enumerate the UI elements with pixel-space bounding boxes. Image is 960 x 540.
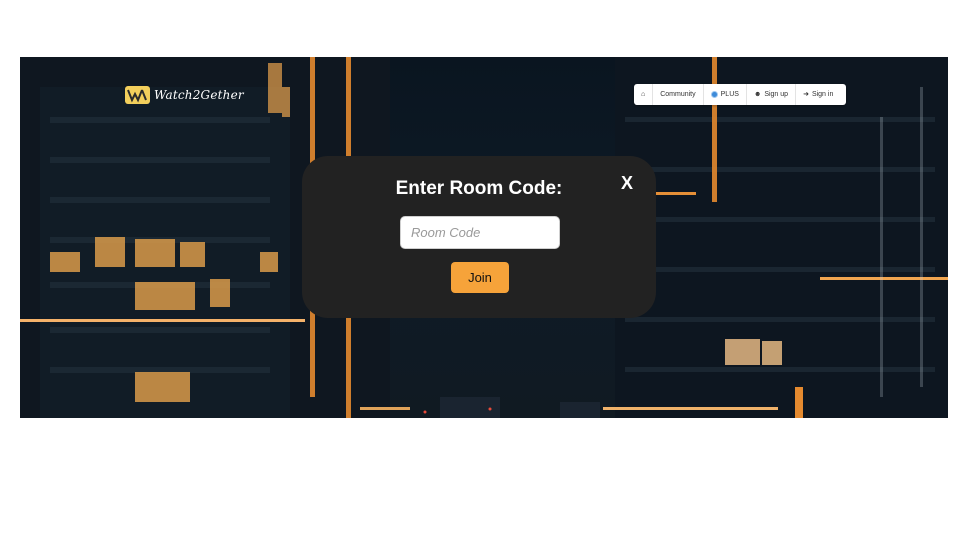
sign-in-icon: ➜ [803,91,809,98]
brand-name: Watch2Gether [154,88,244,102]
close-button[interactable]: X [621,173,633,194]
top-navigation: ⌂ Community PLUS ☻ Sign up ➜ Sign in [634,84,846,105]
nav-signin[interactable]: ➜ Sign in [796,84,840,105]
nav-community[interactable]: Community [653,84,704,105]
w2g-logo-icon [125,86,150,104]
nav-plus-label: PLUS [720,91,739,98]
nav-community-label: Community [660,91,696,98]
room-code-input[interactable] [400,216,560,249]
nav-home[interactable]: ⌂ [634,84,654,105]
nav-plus[interactable]: PLUS [704,84,747,105]
plus-circle-icon [710,91,718,98]
room-code-modal: Enter Room Code: X Join [302,156,656,318]
nav-signin-label: Sign in [811,91,834,98]
home-icon: ⌂ [641,91,646,98]
modal-title: Enter Room Code: [395,178,563,199]
brand-logo[interactable]: Watch2Gether [125,86,244,104]
user-plus-icon: ☻ [753,91,762,98]
nav-signup[interactable]: ☻ Sign up [747,84,797,105]
nav-signup-label: Sign up [764,91,789,98]
join-button[interactable]: Join [451,262,509,293]
